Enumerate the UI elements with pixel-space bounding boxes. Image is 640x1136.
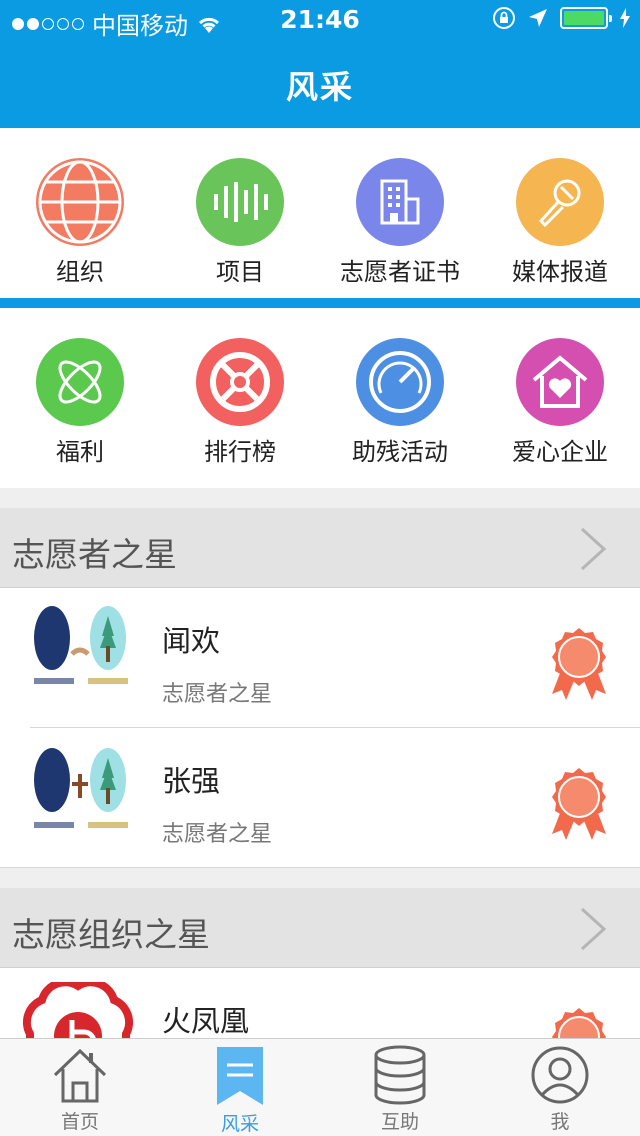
status-right — [492, 6, 630, 30]
section-divider — [0, 298, 640, 308]
feature-grid-top: 组织 项目 志愿者证书 媒体报道 — [0, 128, 640, 298]
grid-item-disability-activity[interactable]: 助残活动 — [320, 338, 480, 467]
medal-icon — [552, 768, 606, 840]
item-name: 张强 — [162, 764, 221, 798]
tab-label: 首页 — [60, 1111, 99, 1133]
status-bar: 中国移动 21:46 — [0, 0, 640, 40]
grid-item-organization[interactable]: 组织 — [0, 158, 160, 287]
tab-mutual-aid[interactable]: 互助 — [320, 1039, 480, 1136]
chevron-right-icon — [580, 907, 607, 951]
grid-item-ranking[interactable]: 排行榜 — [160, 338, 320, 467]
grid-item-media[interactable]: 媒体报道 — [480, 158, 640, 287]
item-subtitle: 志愿者之星 — [162, 682, 273, 707]
grid-item-label: 排行榜 — [204, 438, 276, 466]
section-header-org-star[interactable]: 志愿组织之星 — [0, 888, 640, 968]
top-bar: 中国移动 21:46 风采 — [0, 0, 640, 128]
grid-item-label: 项目 — [216, 258, 264, 286]
screen: 中国移动 21:46 风采 组织 项目 志愿者证书 媒体报道 福利 排行榜 助残… — [0, 0, 640, 1136]
grid-item-label: 福利 — [56, 438, 104, 466]
gauge-icon — [356, 338, 444, 426]
rotation-lock-icon — [493, 7, 515, 29]
location-icon — [529, 9, 547, 27]
item-name: 闻欢 — [162, 624, 221, 658]
tab-label: 互助 — [380, 1111, 419, 1133]
grid-item-label: 媒体报道 — [512, 258, 608, 286]
bookmark-icon — [217, 1047, 263, 1105]
building-icon — [356, 158, 444, 246]
chevron-right-icon — [580, 527, 607, 571]
database-icon — [374, 1045, 426, 1105]
tab-label: 我 — [550, 1111, 570, 1133]
grid-item-label: 爱心企业 — [512, 438, 608, 466]
section-header-volunteer-star[interactable]: 志愿者之星 — [0, 508, 640, 588]
grid-item-label: 志愿者证书 — [340, 258, 460, 286]
medal-icon — [552, 628, 606, 700]
tab-showcase[interactable]: 风采 — [160, 1039, 320, 1136]
avatar — [34, 748, 128, 828]
feature-grid-bottom: 福利 排行榜 助残活动 爱心企业 — [0, 308, 640, 488]
bars-icon — [196, 158, 284, 246]
row-divider — [0, 867, 640, 868]
grid-item-label: 组织 — [56, 258, 104, 286]
avatar — [34, 606, 128, 684]
tab-me[interactable]: 我 — [480, 1039, 640, 1136]
list-item[interactable]: 闻欢 志愿者之星 — [0, 588, 640, 728]
battery-icon — [560, 7, 612, 29]
tab-home[interactable]: 首页 — [0, 1039, 160, 1136]
grid-item-welfare[interactable]: 福利 — [0, 338, 160, 467]
grid-item-certificate[interactable]: 志愿者证书 — [320, 158, 480, 287]
globe-icon — [36, 158, 124, 246]
grid-item-project[interactable]: 项目 — [160, 158, 320, 287]
home-icon — [53, 1048, 107, 1103]
tab-label: 风采 — [220, 1113, 259, 1135]
section-title: 志愿组织之星 — [12, 915, 210, 954]
microphone-icon — [516, 158, 604, 246]
list-item[interactable]: 张强 志愿者之星 — [0, 728, 640, 868]
atom-icon — [36, 338, 124, 426]
grid-item-label: 助残活动 — [352, 438, 448, 466]
section-title: 志愿者之星 — [12, 535, 177, 574]
grid-item-caring-enterprise[interactable]: 爱心企业 — [480, 338, 640, 467]
charging-icon — [620, 8, 630, 28]
heart-house-icon — [516, 338, 604, 426]
item-name: 火凤凰 — [162, 1004, 250, 1038]
user-icon — [531, 1046, 589, 1104]
page-title: 风采 — [285, 68, 354, 106]
item-subtitle: 志愿者之星 — [162, 822, 273, 847]
tab-bar: 首页 风采 互助 我 — [0, 1038, 640, 1136]
wheel-icon — [196, 338, 284, 426]
